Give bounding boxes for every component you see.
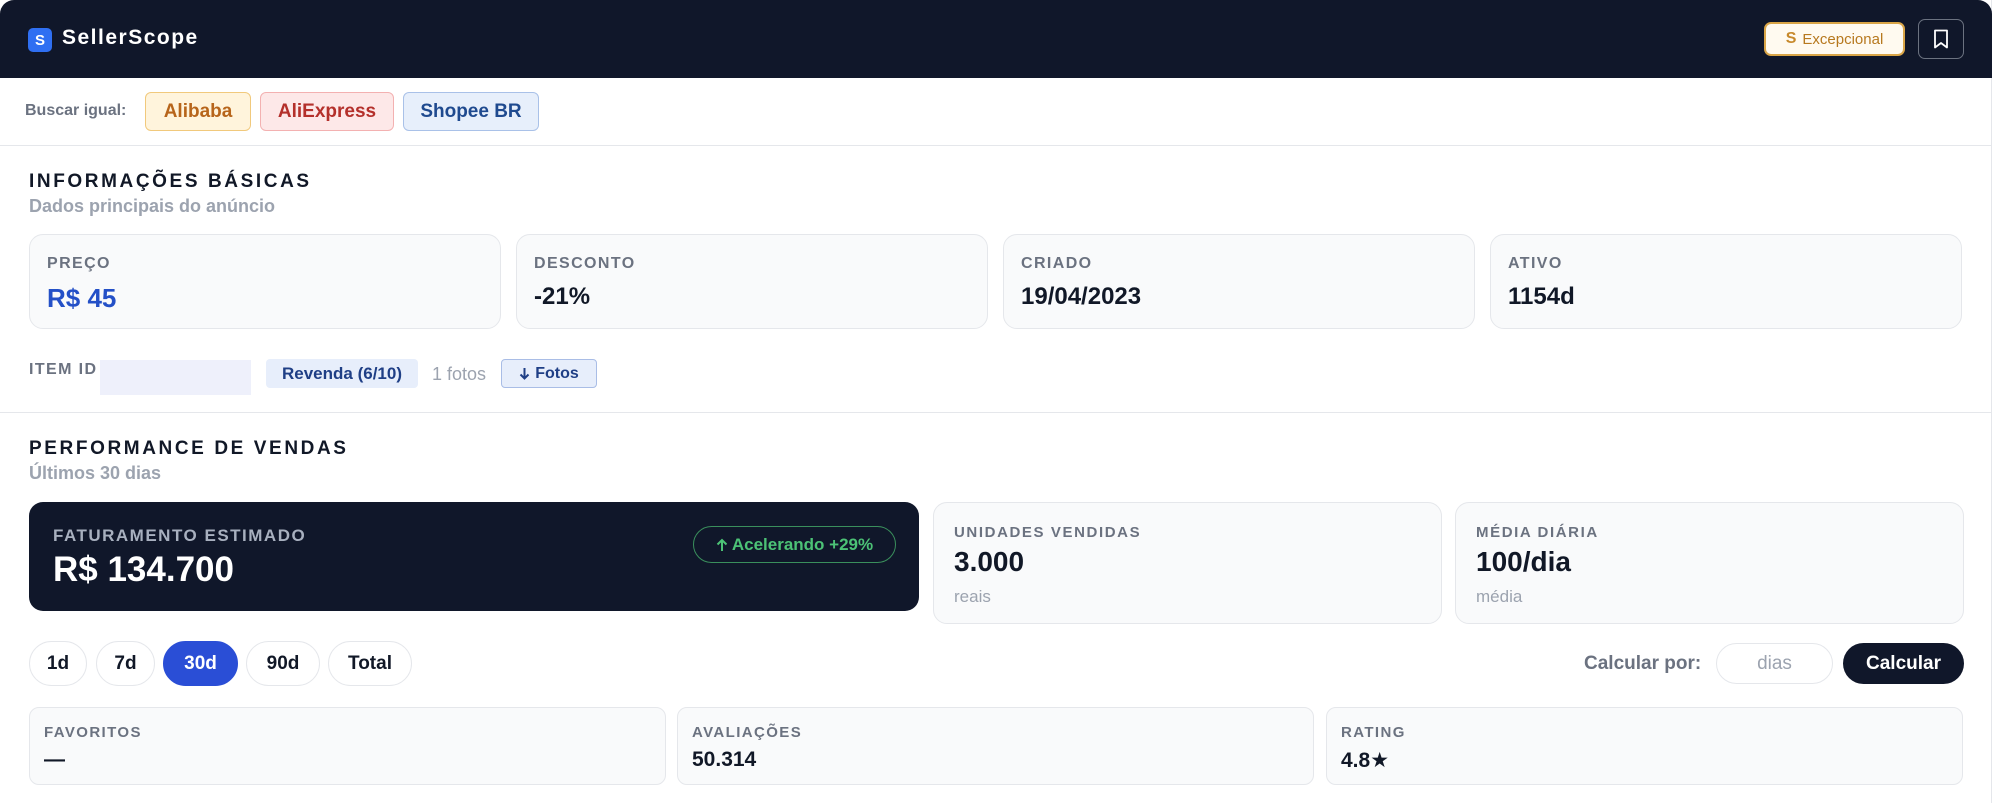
top-bar: S SellerScope S Excepcional bbox=[0, 0, 1992, 78]
units-sold-card: UNIDADES VENDIDAS 3.000 reais bbox=[933, 502, 1442, 624]
created-label: CRIADO bbox=[1021, 255, 1093, 272]
bookmark-button[interactable] bbox=[1918, 19, 1964, 59]
discount-value: -21% bbox=[534, 283, 591, 310]
resale-badge: Revenda (6/10) bbox=[266, 359, 418, 388]
logo-icon: S bbox=[28, 28, 52, 52]
units-sold-value: 3.000 bbox=[954, 546, 1025, 577]
tier-label: Excepcional bbox=[1802, 30, 1884, 48]
units-sold-sub: reais bbox=[954, 587, 991, 606]
period-7d-button[interactable]: 7d bbox=[96, 641, 155, 686]
period-total-button[interactable]: Total bbox=[328, 641, 412, 686]
search-label: Buscar igual: bbox=[25, 102, 127, 119]
active-label: ATIVO bbox=[1508, 255, 1563, 272]
period-30d-button[interactable]: 30d bbox=[163, 641, 238, 686]
reviews-value: 50.314 bbox=[692, 748, 757, 771]
discount-card: DESCONTO -21% bbox=[516, 234, 988, 329]
created-card: CRIADO 19/04/2023 bbox=[1003, 234, 1475, 329]
active-card: ATIVO 1154d bbox=[1490, 234, 1962, 329]
period-90d-button[interactable]: 90d bbox=[246, 641, 320, 686]
created-value: 19/04/2023 bbox=[1021, 283, 1142, 310]
trend-badge: Acelerando +29% bbox=[693, 526, 896, 563]
basic-info-subtitle: Dados principais do anúncio bbox=[29, 196, 276, 216]
revenue-value: R$ 134.700 bbox=[53, 550, 234, 589]
section-divider bbox=[0, 412, 1992, 413]
reviews-card: AVALIAÇÕES 50.314 bbox=[677, 707, 1314, 785]
download-arrow-icon bbox=[520, 367, 530, 380]
search-aliexpress-button[interactable]: AliExpress bbox=[260, 92, 394, 131]
favorites-label: FAVORITOS bbox=[44, 724, 142, 741]
price-label: PREÇO bbox=[47, 255, 111, 272]
discount-label: DESCONTO bbox=[534, 255, 636, 272]
search-shopee-button[interactable]: Shopee BR bbox=[403, 92, 539, 131]
price-card: PREÇO R$ 45 bbox=[29, 234, 501, 329]
performance-subtitle: Últimos 30 dias bbox=[29, 463, 162, 483]
active-value: 1154d bbox=[1508, 283, 1575, 310]
revenue-label: FATURAMENTO ESTIMADO bbox=[53, 526, 307, 545]
daily-average-sub: média bbox=[1476, 587, 1523, 606]
reviews-label: AVALIAÇÕES bbox=[692, 724, 803, 741]
performance-title: PERFORMANCE DE VENDAS bbox=[29, 438, 349, 459]
rating-label: RATING bbox=[1341, 724, 1406, 741]
rating-value: 4.8★ bbox=[1341, 749, 1390, 772]
basic-info-title: INFORMAÇÕES BÁSICAS bbox=[29, 171, 312, 192]
calculate-button[interactable]: Calcular bbox=[1843, 643, 1964, 684]
seller-scope-panel: S SellerScope S Excepcional Buscar igual… bbox=[0, 0, 1992, 803]
download-photos-button[interactable]: Fotos bbox=[501, 359, 597, 388]
period-1d-button[interactable]: 1d bbox=[29, 641, 87, 686]
tier-badge[interactable]: S Excepcional bbox=[1764, 22, 1905, 56]
days-input[interactable] bbox=[1716, 643, 1833, 684]
daily-average-card: MÉDIA DIÁRIA 100/dia média bbox=[1455, 502, 1964, 624]
calculate-by-label: Calcular por: bbox=[1584, 653, 1702, 674]
bookmark-icon bbox=[1934, 29, 1948, 49]
favorites-value: — bbox=[44, 748, 65, 771]
item-id-redacted bbox=[100, 360, 251, 395]
daily-average-value: 100/dia bbox=[1476, 546, 1571, 577]
photos-count: 1 fotos bbox=[432, 364, 487, 384]
units-sold-label: UNIDADES VENDIDAS bbox=[954, 524, 1142, 541]
trend-label: Acelerando +29% bbox=[731, 534, 874, 554]
revenue-card: FATURAMENTO ESTIMADO R$ 134.700 Aceleran… bbox=[29, 502, 919, 611]
download-photos-label: Fotos bbox=[535, 364, 579, 382]
favorites-card: FAVORITOS — bbox=[29, 707, 666, 785]
daily-average-label: MÉDIA DIÁRIA bbox=[1476, 524, 1599, 541]
rating-card: RATING 4.8★ bbox=[1326, 707, 1963, 785]
search-similar-row: Buscar igual: Alibaba AliExpress Shopee … bbox=[0, 78, 1992, 146]
price-value: R$ 45 bbox=[47, 283, 117, 313]
app-title: SellerScope bbox=[62, 26, 199, 49]
arrow-up-icon bbox=[716, 538, 728, 551]
search-alibaba-button[interactable]: Alibaba bbox=[145, 92, 251, 131]
tier-icon: S bbox=[1785, 30, 1797, 47]
item-id-label: ITEM ID bbox=[29, 361, 98, 378]
